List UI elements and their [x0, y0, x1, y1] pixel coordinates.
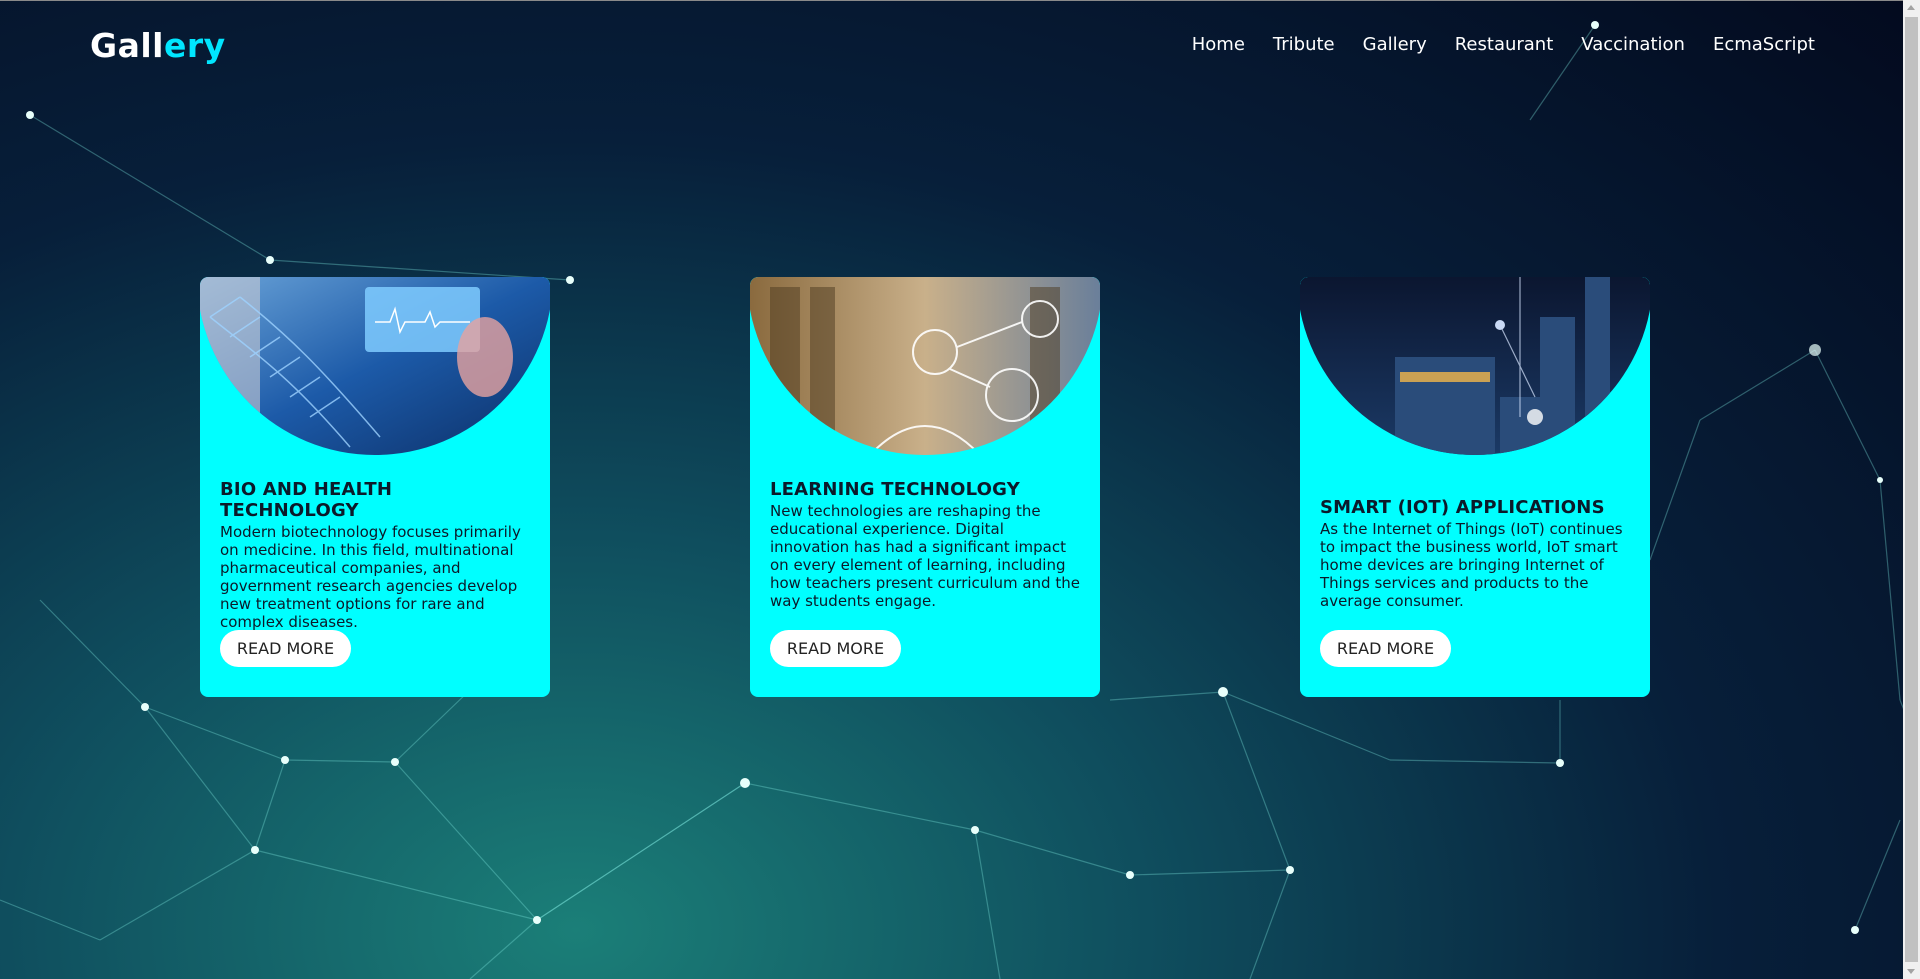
- card-image-biotech: [200, 277, 550, 455]
- nav-tribute[interactable]: Tribute: [1273, 34, 1335, 55]
- card-image-iot: [1300, 277, 1650, 455]
- card-body: LEARNING TECHNOLOGY New technologies are…: [770, 479, 1086, 610]
- card-learning: LEARNING TECHNOLOGY New technologies are…: [750, 277, 1100, 697]
- card-bio-health: BIO AND HEALTH TECHNOLOGY Modern biotech…: [200, 277, 550, 697]
- read-more-button[interactable]: READ MORE: [770, 630, 901, 667]
- card-text: New technologies are reshaping the educa…: [770, 502, 1080, 610]
- card-title: BIO AND HEALTH TECHNOLOGY: [220, 479, 393, 521]
- read-more-button[interactable]: READ MORE: [1320, 630, 1451, 667]
- scroll-down-arrow-icon[interactable]: [1907, 969, 1915, 974]
- card-iot: SMART (IOT) APPLICATIONS As the Internet…: [1300, 277, 1650, 697]
- nav-restaurant[interactable]: Restaurant: [1455, 34, 1554, 55]
- card-title: SMART (IOT) APPLICATIONS: [1320, 497, 1605, 518]
- site-logo[interactable]: Gallery: [90, 26, 226, 65]
- card-title: LEARNING TECHNOLOGY: [770, 479, 1020, 500]
- nav-gallery[interactable]: Gallery: [1363, 34, 1427, 55]
- nav-ecmascript[interactable]: EcmaScript: [1713, 34, 1815, 55]
- logo-accent: ery: [163, 26, 226, 65]
- card-text: As the Internet of Things (IoT) continue…: [1320, 520, 1623, 610]
- logo-main: Gall: [90, 26, 164, 65]
- main-nav: Home Tribute Gallery Restaurant Vaccinat…: [1192, 34, 1815, 55]
- card-body: SMART (IOT) APPLICATIONS As the Internet…: [1320, 497, 1636, 610]
- card-text: Modern biotechnology focuses primarily o…: [220, 523, 521, 631]
- nav-vaccination[interactable]: Vaccination: [1581, 34, 1685, 55]
- scroll-up-arrow-icon[interactable]: [1907, 5, 1915, 10]
- card-image-learning: [750, 277, 1100, 455]
- scrollbar-thumb[interactable]: [1905, 17, 1918, 962]
- nav-home[interactable]: Home: [1192, 34, 1245, 55]
- read-more-button[interactable]: READ MORE: [220, 630, 351, 667]
- page-scrollbar[interactable]: [1903, 0, 1920, 979]
- card-body: BIO AND HEALTH TECHNOLOGY Modern biotech…: [220, 479, 536, 631]
